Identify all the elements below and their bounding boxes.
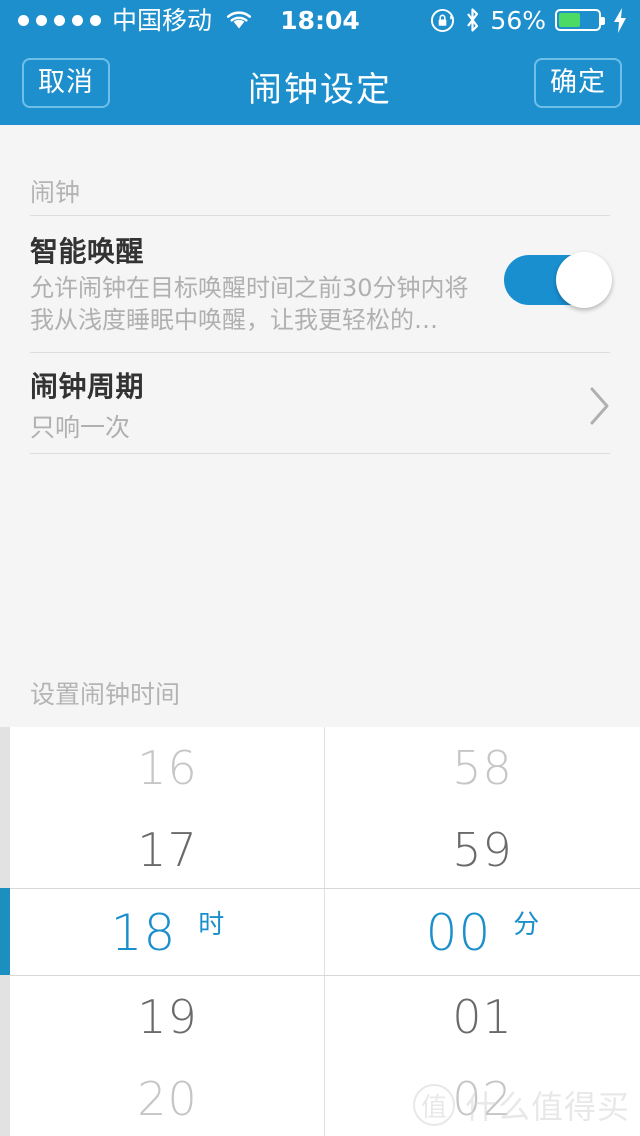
picker-item[interactable]: 16 <box>10 727 325 809</box>
alarm-cycle-row[interactable]: 闹钟周期 只响一次 <box>0 365 640 450</box>
smart-wake-toggle[interactable] <box>504 252 612 308</box>
picker-item-unit: 时 <box>198 910 225 940</box>
hour-column[interactable]: 16 17 18 时 19 20 <box>10 727 325 1136</box>
picker-item-value: 16 <box>137 741 198 795</box>
picker-item-value: 59 <box>452 823 513 877</box>
watermark: 值 什么值得买 <box>412 1082 630 1128</box>
watermark-text: 什么值得买 <box>464 1088 630 1126</box>
picker-item-value: 01 <box>452 990 513 1044</box>
picker-item[interactable]: 18 时 <box>10 890 325 976</box>
picker-item[interactable]: 17 <box>10 809 325 891</box>
divider <box>30 352 610 353</box>
status-bar-right: 56% <box>430 6 628 35</box>
smart-wake-row[interactable]: 智能唤醒 允许闹钟在目标唤醒时间之前30分钟内将我从浅度睡眠中唤醒，让我更轻松的… <box>0 230 640 348</box>
bluetooth-icon <box>467 8 479 32</box>
toggle-knob <box>556 252 612 308</box>
battery-percent-label: 56% <box>490 5 546 35</box>
rotation-lock-icon <box>431 8 455 32</box>
picker-selection-line-top <box>10 888 640 889</box>
battery-fill <box>559 13 581 27</box>
alarm-cycle-value: 只响一次 <box>30 413 131 442</box>
picker-item[interactable]: 01 <box>325 976 640 1058</box>
picker-item[interactable]: 20 <box>10 1058 325 1136</box>
smart-wake-title: 智能唤醒 <box>30 235 145 268</box>
picker-item-value: 19 <box>137 990 198 1044</box>
settings-content: 闹钟 智能唤醒 允许闹钟在目标唤醒时间之前30分钟内将我从浅度睡眠中唤醒，让我更… <box>0 125 640 727</box>
picker-item[interactable]: 58 <box>325 727 640 809</box>
alarm-cycle-title: 闹钟周期 <box>30 370 145 403</box>
picker-item[interactable]: 00 分 <box>325 890 640 976</box>
phone-screen: 中国移动 18:04 56% 取消 闹钟设定 确定 闹钟 智能唤醒 允许闹钟在目… <box>0 0 640 1136</box>
minute-column[interactable]: 58 59 00 分 01 02 <box>325 727 640 1136</box>
picker-item-value: 17 <box>137 823 198 877</box>
picker-item-value: 00 <box>425 904 492 962</box>
picker-section-header: 设置闹钟时间 <box>30 680 181 709</box>
picker-item[interactable]: 59 <box>325 809 640 891</box>
picker-item-value: 18 <box>110 904 177 962</box>
picker-column-divider <box>324 727 325 1136</box>
picker-item-value: 20 <box>137 1072 198 1126</box>
smart-wake-description: 允许闹钟在目标唤醒时间之前30分钟内将我从浅度睡眠中唤醒，让我更轻松的… <box>30 274 469 334</box>
watermark-logo-icon: 值 <box>412 1084 455 1126</box>
picker-item-value: 58 <box>452 741 513 795</box>
alarm-section-header: 闹钟 <box>30 178 81 207</box>
picker-selection-line-bottom <box>10 975 640 976</box>
time-picker[interactable]: 16 17 18 时 19 20 58 59 00 分 01 02 值 什么值得买 <box>0 727 640 1136</box>
charging-bolt-icon <box>614 7 626 33</box>
navigation-bar: 取消 闹钟设定 确定 <box>0 40 640 125</box>
picker-item-unit: 分 <box>513 910 540 940</box>
status-bar: 中国移动 18:04 56% <box>0 0 640 40</box>
chevron-right-icon <box>590 387 609 425</box>
picker-selection-indicator <box>0 888 10 975</box>
divider <box>30 453 610 454</box>
battery-icon <box>555 9 605 31</box>
divider <box>30 215 610 216</box>
confirm-button[interactable]: 确定 <box>534 58 622 108</box>
picker-item[interactable]: 19 <box>10 976 325 1058</box>
